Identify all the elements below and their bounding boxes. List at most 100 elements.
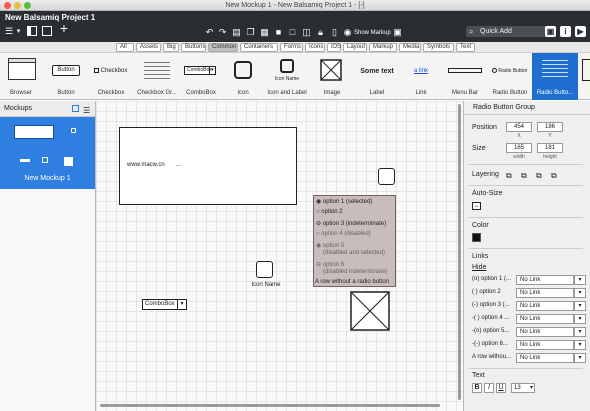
category-tab-assets[interactable]: Assets <box>136 43 161 52</box>
mockup-thumbnail[interactable]: New Mockup 1 <box>0 117 95 189</box>
mockup-canvas[interactable]: www.macw.cn ... Icon Name ComboBox ▾ <box>95 101 463 411</box>
chevron-down-icon[interactable]: ▾ <box>574 275 586 285</box>
duplicate-icon[interactable]: ◫ <box>302 27 311 37</box>
close-window-button[interactable] <box>4 2 11 9</box>
image-widget[interactable] <box>350 291 390 331</box>
canvas-horizontal-scrollbar[interactable] <box>100 403 456 408</box>
category-tab-forms[interactable]: Forms <box>280 43 303 52</box>
lib-checkbox-group[interactable]: Checkbox Gr... <box>134 53 180 100</box>
category-tab-symbols[interactable]: Symbols <box>423 43 454 52</box>
link-select[interactable]: No Link <box>516 353 574 363</box>
lib-icon[interactable]: Icon <box>222 53 264 100</box>
group-icon[interactable]: ▦ <box>260 27 269 37</box>
link-select[interactable]: No Link <box>516 288 574 298</box>
chevron-down-icon[interactable]: ▾ <box>574 301 586 311</box>
category-tab-containers[interactable]: Containers <box>240 43 278 52</box>
lib-browser[interactable]: Browser <box>0 53 42 100</box>
canvas-vertical-scrollbar[interactable] <box>458 104 462 404</box>
radio-row-5[interactable]: ◉ option 5 <box>316 242 344 249</box>
size-height-input[interactable]: 181 <box>537 143 563 153</box>
lib-link[interactable]: a link Link <box>400 53 442 100</box>
lib-next-partial[interactable] <box>580 53 590 100</box>
hide-links-toggle[interactable]: Hide <box>472 264 486 271</box>
link-select[interactable]: No Link <box>516 327 574 337</box>
show-markup-button[interactable]: Show Markup <box>354 28 391 38</box>
present-icon[interactable]: ▶ <box>575 26 586 37</box>
font-size-select[interactable]: 13 ▾ <box>511 383 535 393</box>
radio-row-4[interactable]: ○ option 4 (disabled) <box>316 231 371 237</box>
thumbnail-view-icon[interactable] <box>72 105 79 112</box>
redo-icon[interactable]: ↷ <box>218 27 227 37</box>
lib-icon-and-label[interactable]: Icon Name Icon and Label <box>264 53 310 100</box>
category-tab-media[interactable]: Media <box>399 43 421 52</box>
radio-row-6[interactable]: ⊖ option 6 <box>316 261 344 268</box>
zoom-window-button[interactable] <box>24 2 31 9</box>
autosize-toggle-icon[interactable]: ↔ <box>472 202 481 210</box>
front-icon[interactable]: ■ <box>274 27 283 37</box>
layout-split-icon[interactable] <box>42 26 52 36</box>
icon-widget[interactable] <box>378 168 395 185</box>
info-icon[interactable]: i <box>560 26 571 37</box>
bring-forward-icon[interactable]: ⧉ <box>521 171 527 181</box>
hamburger-menu-icon[interactable]: ☰ <box>4 26 14 36</box>
category-tab-ios[interactable]: iOS <box>327 43 341 52</box>
chevron-down-icon[interactable]: ▾ <box>574 314 586 324</box>
chevron-down-icon[interactable]: ▾ <box>16 27 21 37</box>
size-width-input[interactable]: 165 <box>506 143 532 153</box>
bold-button[interactable]: B <box>472 383 482 393</box>
lock-toggle-icon[interactable]: ▣ <box>545 26 556 37</box>
chevron-down-icon[interactable]: ▾ <box>574 327 586 337</box>
category-tab-markup[interactable]: Markup <box>369 43 397 52</box>
radio-button-group-widget[interactable]: ◉ option 1 (selected) ○ option 2 ⊖ optio… <box>313 195 396 287</box>
category-tab-text[interactable]: Text <box>456 43 475 52</box>
icon-label-widget-icon[interactable] <box>256 261 273 278</box>
add-mockup-icon[interactable]: + <box>58 21 70 35</box>
lib-menu-bar[interactable]: Menu Bar <box>442 53 488 100</box>
category-tab-common[interactable]: Common <box>208 43 238 52</box>
position-y-input[interactable]: 186 <box>537 122 563 132</box>
lock-icon[interactable]: 🔒︎ <box>316 27 325 37</box>
browser-widget[interactable]: www.macw.cn ... <box>119 127 297 205</box>
radio-row-2[interactable]: ○ option 2 <box>316 209 343 215</box>
lib-radio-button-group[interactable]: Radio Butto... <box>532 53 578 100</box>
lib-radio-button[interactable]: Radio Button Radio Button <box>488 53 532 100</box>
quick-add-input[interactable]: ⌕ Quick Add <box>466 26 550 37</box>
category-tab-all[interactable]: All <box>116 43 134 52</box>
italic-button[interactable]: I <box>484 383 494 393</box>
undo-icon[interactable]: ↶ <box>205 27 214 37</box>
send-to-back-icon[interactable]: ⧉ <box>551 171 557 181</box>
radio-row-7[interactable]: A row without a radio button <box>315 279 389 285</box>
chevron-down-icon[interactable]: ▾ <box>574 340 586 350</box>
delete-icon[interactable]: ▯ <box>330 27 339 37</box>
lib-label-component[interactable]: Some text Label <box>354 53 400 100</box>
back-icon[interactable]: □ <box>288 27 297 37</box>
minimize-window-button[interactable] <box>14 2 21 9</box>
color-swatch[interactable] <box>472 233 481 242</box>
lib-button[interactable]: Button Button <box>44 53 88 100</box>
layout-single-icon[interactable] <box>27 26 37 36</box>
radio-row-3[interactable]: ⊖ option 3 (indeterminate) <box>316 220 386 227</box>
bag-icon[interactable]: ▣ <box>393 27 402 37</box>
send-backward-icon[interactable]: ⧉ <box>536 171 542 181</box>
lib-combobox[interactable]: ComboBox ▾ ComboBox <box>180 53 222 100</box>
link-select[interactable]: No Link <box>516 275 574 285</box>
chevron-down-icon[interactable]: ▾ <box>574 353 586 363</box>
position-x-input[interactable]: 454 <box>506 122 532 132</box>
copy-icon[interactable]: ❐ <box>246 27 255 37</box>
chevron-down-icon[interactable]: ▾ <box>574 288 586 298</box>
lib-image[interactable]: Image <box>310 53 354 100</box>
link-select[interactable]: No Link <box>516 314 574 324</box>
radio-row-1[interactable]: ◉ option 1 (selected) <box>316 198 372 205</box>
markup-icon[interactable]: ◉ <box>343 27 352 37</box>
category-tab-big[interactable]: Big <box>163 43 179 52</box>
category-tab-layout[interactable]: Layout <box>343 43 367 52</box>
lib-checkbox[interactable]: Checkbox Checkbox <box>88 53 134 100</box>
category-tab-icons[interactable]: Icons <box>305 43 325 52</box>
underline-button[interactable]: U <box>496 383 506 393</box>
link-select[interactable]: No Link <box>516 340 574 350</box>
clipboard-icon[interactable]: ▤ <box>232 27 241 37</box>
category-tab-buttons[interactable]: Buttons <box>181 43 206 52</box>
link-select[interactable]: No Link <box>516 301 574 311</box>
combobox-widget[interactable]: ComboBox ▾ <box>142 299 187 310</box>
bring-to-front-icon[interactable]: ⧉ <box>506 171 512 181</box>
